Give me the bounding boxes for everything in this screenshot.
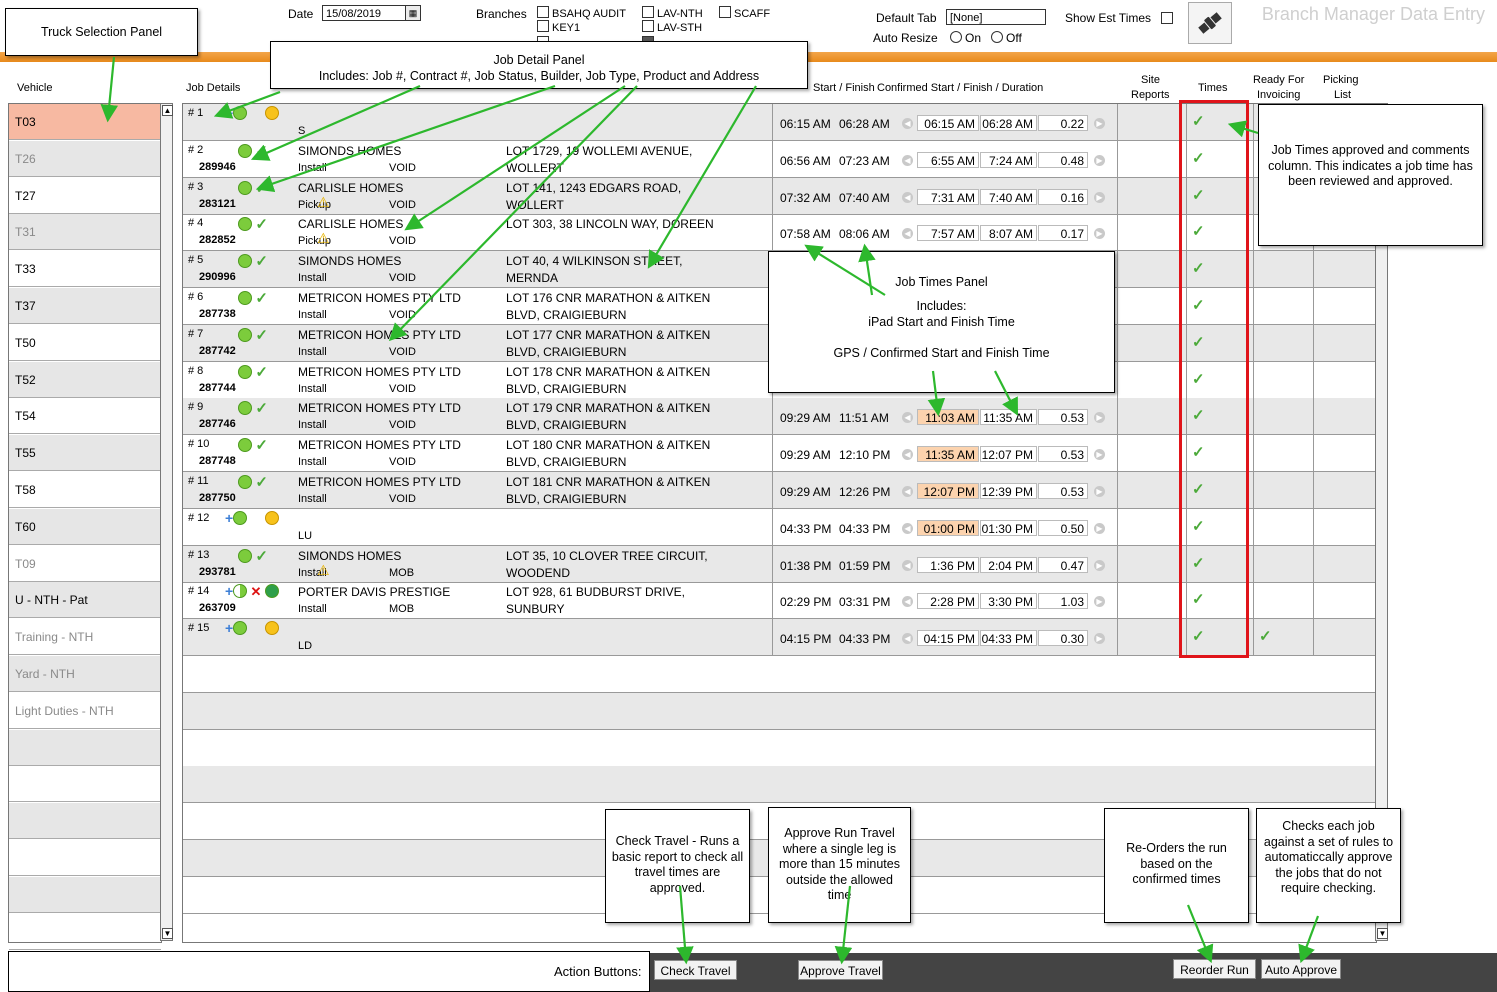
annotation-arrows bbox=[100, 56, 1320, 965]
